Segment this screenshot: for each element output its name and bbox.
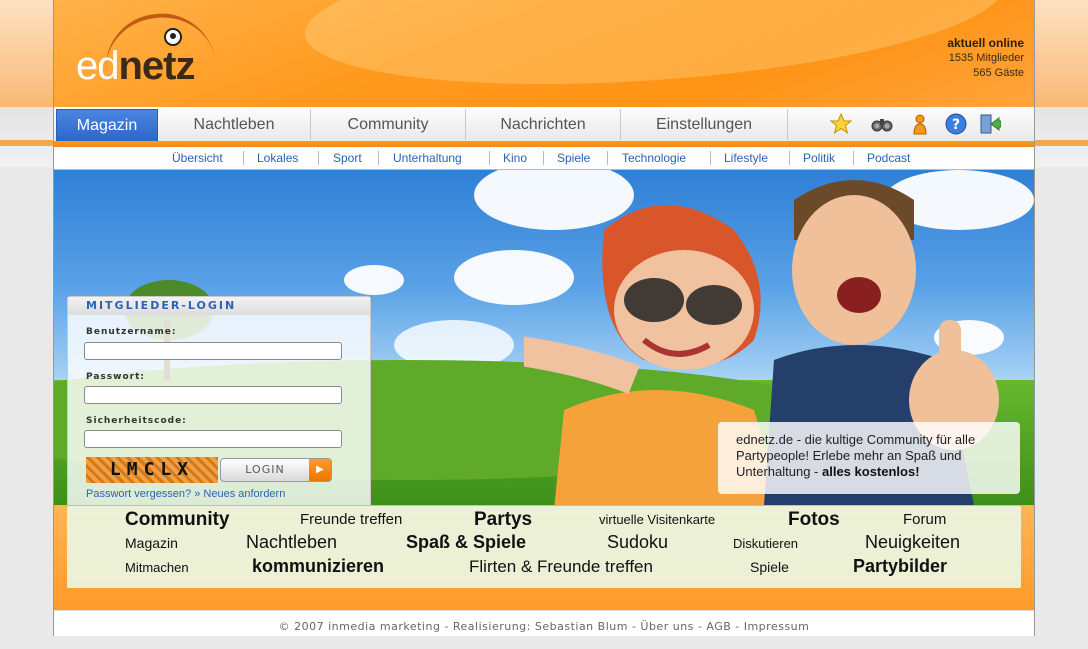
page: ednetz aktuell online 1535 Mitglieder 56… [53, 0, 1035, 636]
background-right [1034, 0, 1088, 107]
username-input[interactable] [84, 342, 342, 360]
tab-magazin[interactable]: Magazin [56, 109, 158, 142]
subnav-separator [378, 151, 379, 165]
subnav-unterhaltung[interactable]: Unterhaltung [393, 151, 462, 165]
subnav-lokales[interactable]: Lokales [257, 151, 298, 165]
tag-cloud: Community Freunde treffen Partys virtuel… [67, 506, 1021, 588]
captcha-label: Sicherheitscode: [86, 416, 187, 426]
footer: © 2007 inmedia marketing - Realisierung:… [54, 610, 1034, 636]
tab-einstellungen[interactable]: Einstellungen [621, 109, 788, 140]
arrow-right-icon: ▶ [309, 459, 331, 481]
subnav-podcast[interactable]: Podcast [867, 151, 910, 165]
captcha-image: LMCLX [86, 457, 218, 483]
cloud [344, 265, 404, 295]
tag-link[interactable]: Nachtleben [246, 532, 337, 553]
tag-link[interactable]: Magazin [125, 535, 178, 551]
password-input[interactable] [84, 386, 342, 404]
tag-link[interactable]: Partybilder [853, 556, 947, 577]
tag-link[interactable]: Freunde treffen [300, 511, 402, 528]
subnav-separator [489, 151, 490, 165]
logo-ed: ed [76, 44, 119, 88]
online-title: aktuell online [947, 36, 1024, 50]
online-members: 1535 Mitglieder [948, 52, 1024, 64]
tag-link[interactable]: virtuelle Visitenkarte [599, 512, 715, 527]
header: ednetz aktuell online 1535 Mitglieder 56… [54, 0, 1034, 107]
online-guests: 565 Gäste [973, 67, 1024, 79]
tag-link[interactable]: Community [125, 509, 230, 531]
binoculars-icon[interactable] [871, 113, 893, 135]
subnav-separator [318, 151, 319, 165]
tag-link[interactable]: Diskutieren [733, 536, 798, 551]
header-glow [299, 0, 1009, 105]
help-icon[interactable]: ? [945, 113, 967, 135]
subnav-separator [243, 151, 244, 165]
user-icon[interactable] [909, 113, 931, 135]
promo-bold: alles kostenlos! [822, 464, 920, 479]
subnav-lifestyle[interactable]: Lifestyle [724, 151, 768, 165]
subnav-technologie[interactable]: Technologie [622, 151, 686, 165]
subnav-kino[interactable]: Kino [503, 151, 527, 165]
logo-netz: netz [118, 44, 196, 88]
login-title: MITGLIEDER-LOGIN [68, 297, 370, 315]
tag-link[interactable]: Neuigkeiten [865, 532, 960, 553]
background-left [0, 0, 53, 107]
logout-icon[interactable] [979, 113, 1001, 135]
main-nav: Magazin Nachtleben Community Nachrichten… [54, 107, 1034, 142]
subnav-politik[interactable]: Politik [803, 151, 835, 165]
tab-nachtleben[interactable]: Nachtleben [158, 109, 311, 140]
subnav-separator [607, 151, 608, 165]
tag-link[interactable]: Spiele [750, 559, 789, 575]
tag-band: Community Freunde treffen Partys virtuel… [54, 505, 1034, 610]
username-label: Benutzername: [86, 327, 177, 337]
captcha-input[interactable] [84, 430, 342, 448]
tag-link[interactable]: Spaß & Spiele [406, 532, 526, 553]
tag-link[interactable]: kommunizieren [252, 556, 384, 577]
login-button-label: LOGIN [245, 463, 285, 476]
subnav-sport[interactable]: Sport [333, 151, 362, 165]
subnav-separator [543, 151, 544, 165]
svg-text:?: ? [952, 117, 960, 133]
subnav-separator [853, 151, 854, 165]
subnav-uebersicht[interactable]: Übersicht [172, 151, 223, 165]
star-icon[interactable] [830, 113, 852, 135]
subnav-separator [789, 151, 790, 165]
password-label: Passwort: [86, 372, 145, 382]
forgot-password-link[interactable]: Passwort vergessen? » Neues anfordern [86, 488, 285, 500]
subnav-separator [710, 151, 711, 165]
sub-nav: Übersicht Lokales Sport Unterhaltung Kin… [54, 147, 1034, 170]
tag-link[interactable]: Sudoku [607, 532, 668, 553]
tag-link[interactable]: Partys [474, 509, 532, 531]
login-button[interactable]: LOGIN ▶ [220, 458, 332, 482]
tab-community[interactable]: Community [311, 109, 466, 140]
logo[interactable]: ednetz [76, 44, 196, 89]
tag-link[interactable]: Flirten & Freunde treffen [469, 557, 653, 577]
online-status: aktuell online 1535 Mitglieder 565 Gäste [947, 36, 1024, 81]
tag-link[interactable]: Fotos [788, 509, 840, 531]
tab-nachrichten[interactable]: Nachrichten [466, 109, 621, 140]
subnav-spiele[interactable]: Spiele [557, 151, 590, 165]
login-panel: MITGLIEDER-LOGIN Benutzername: Passwort:… [67, 296, 371, 508]
tag-link[interactable]: Forum [903, 511, 946, 528]
tag-link[interactable]: Mitmachen [125, 560, 189, 575]
promo-box: ednetz.de - die kultige Community für al… [718, 422, 1020, 494]
